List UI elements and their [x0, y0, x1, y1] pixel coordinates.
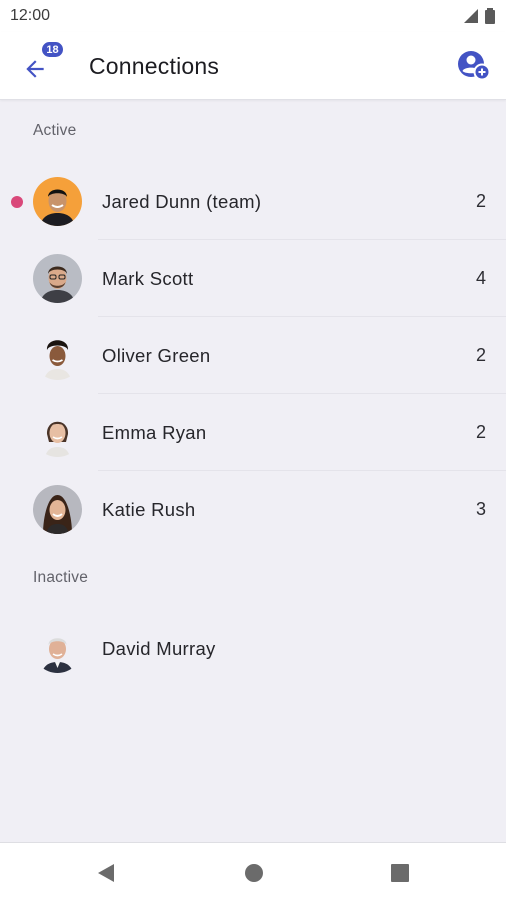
avatar	[33, 624, 82, 673]
avatar	[33, 331, 82, 380]
contact-row[interactable]: Katie Rush 3	[0, 471, 506, 548]
triangle-back-icon	[98, 864, 114, 882]
nav-recents-button[interactable]	[388, 861, 412, 885]
contact-count: 4	[475, 268, 486, 288]
contact-name: Jared Dunn (team)	[102, 190, 262, 212]
avatar	[33, 485, 82, 534]
status-time: 12:00	[10, 7, 51, 24]
contact-name: David Murray	[102, 637, 216, 659]
circle-home-icon	[245, 864, 263, 882]
page-title: Connections	[89, 53, 220, 79]
app-bar: 18 Connections	[0, 32, 506, 100]
arrow-back-icon	[26, 60, 44, 78]
contact-name: Oliver Green	[102, 344, 211, 366]
status-icons	[463, 8, 495, 24]
avatar	[33, 177, 82, 226]
square-recents-icon	[391, 864, 409, 882]
nav-home-button[interactable]	[242, 861, 266, 885]
unread-indicator	[11, 195, 23, 208]
contact-count: 3	[475, 499, 486, 519]
unread-count-badge: 18	[40, 40, 65, 59]
signal-icon	[464, 9, 478, 23]
contact-row[interactable]: Mark Scott 4	[0, 240, 506, 317]
contact-row[interactable]: Jared Dunn (team) 2	[0, 163, 506, 240]
status-bar: 12:00	[0, 0, 506, 32]
back-button[interactable]: 18	[18, 40, 65, 84]
contact-row[interactable]: Emma Ryan 2	[0, 394, 506, 471]
add-connection-button[interactable]	[456, 49, 492, 81]
system-nav-bar	[0, 842, 506, 900]
battery-icon	[485, 8, 495, 24]
nav-back-button[interactable]	[94, 861, 118, 885]
contact-count: 2	[475, 422, 486, 442]
contact-row[interactable]: Oliver Green 2	[0, 317, 506, 394]
avatar	[33, 408, 82, 457]
contact-count: 2	[475, 345, 486, 365]
section-header-inactive: Inactive	[33, 569, 89, 586]
contact-count: 2	[475, 191, 486, 211]
avatar	[33, 254, 82, 303]
person-add-icon	[458, 51, 491, 81]
contact-row[interactable]: David Murray	[0, 610, 506, 687]
contact-name: Mark Scott	[102, 267, 194, 289]
section-header-active: Active	[33, 122, 77, 139]
contact-name: Katie Rush	[102, 498, 196, 520]
contact-name: Emma Ryan	[102, 421, 207, 443]
